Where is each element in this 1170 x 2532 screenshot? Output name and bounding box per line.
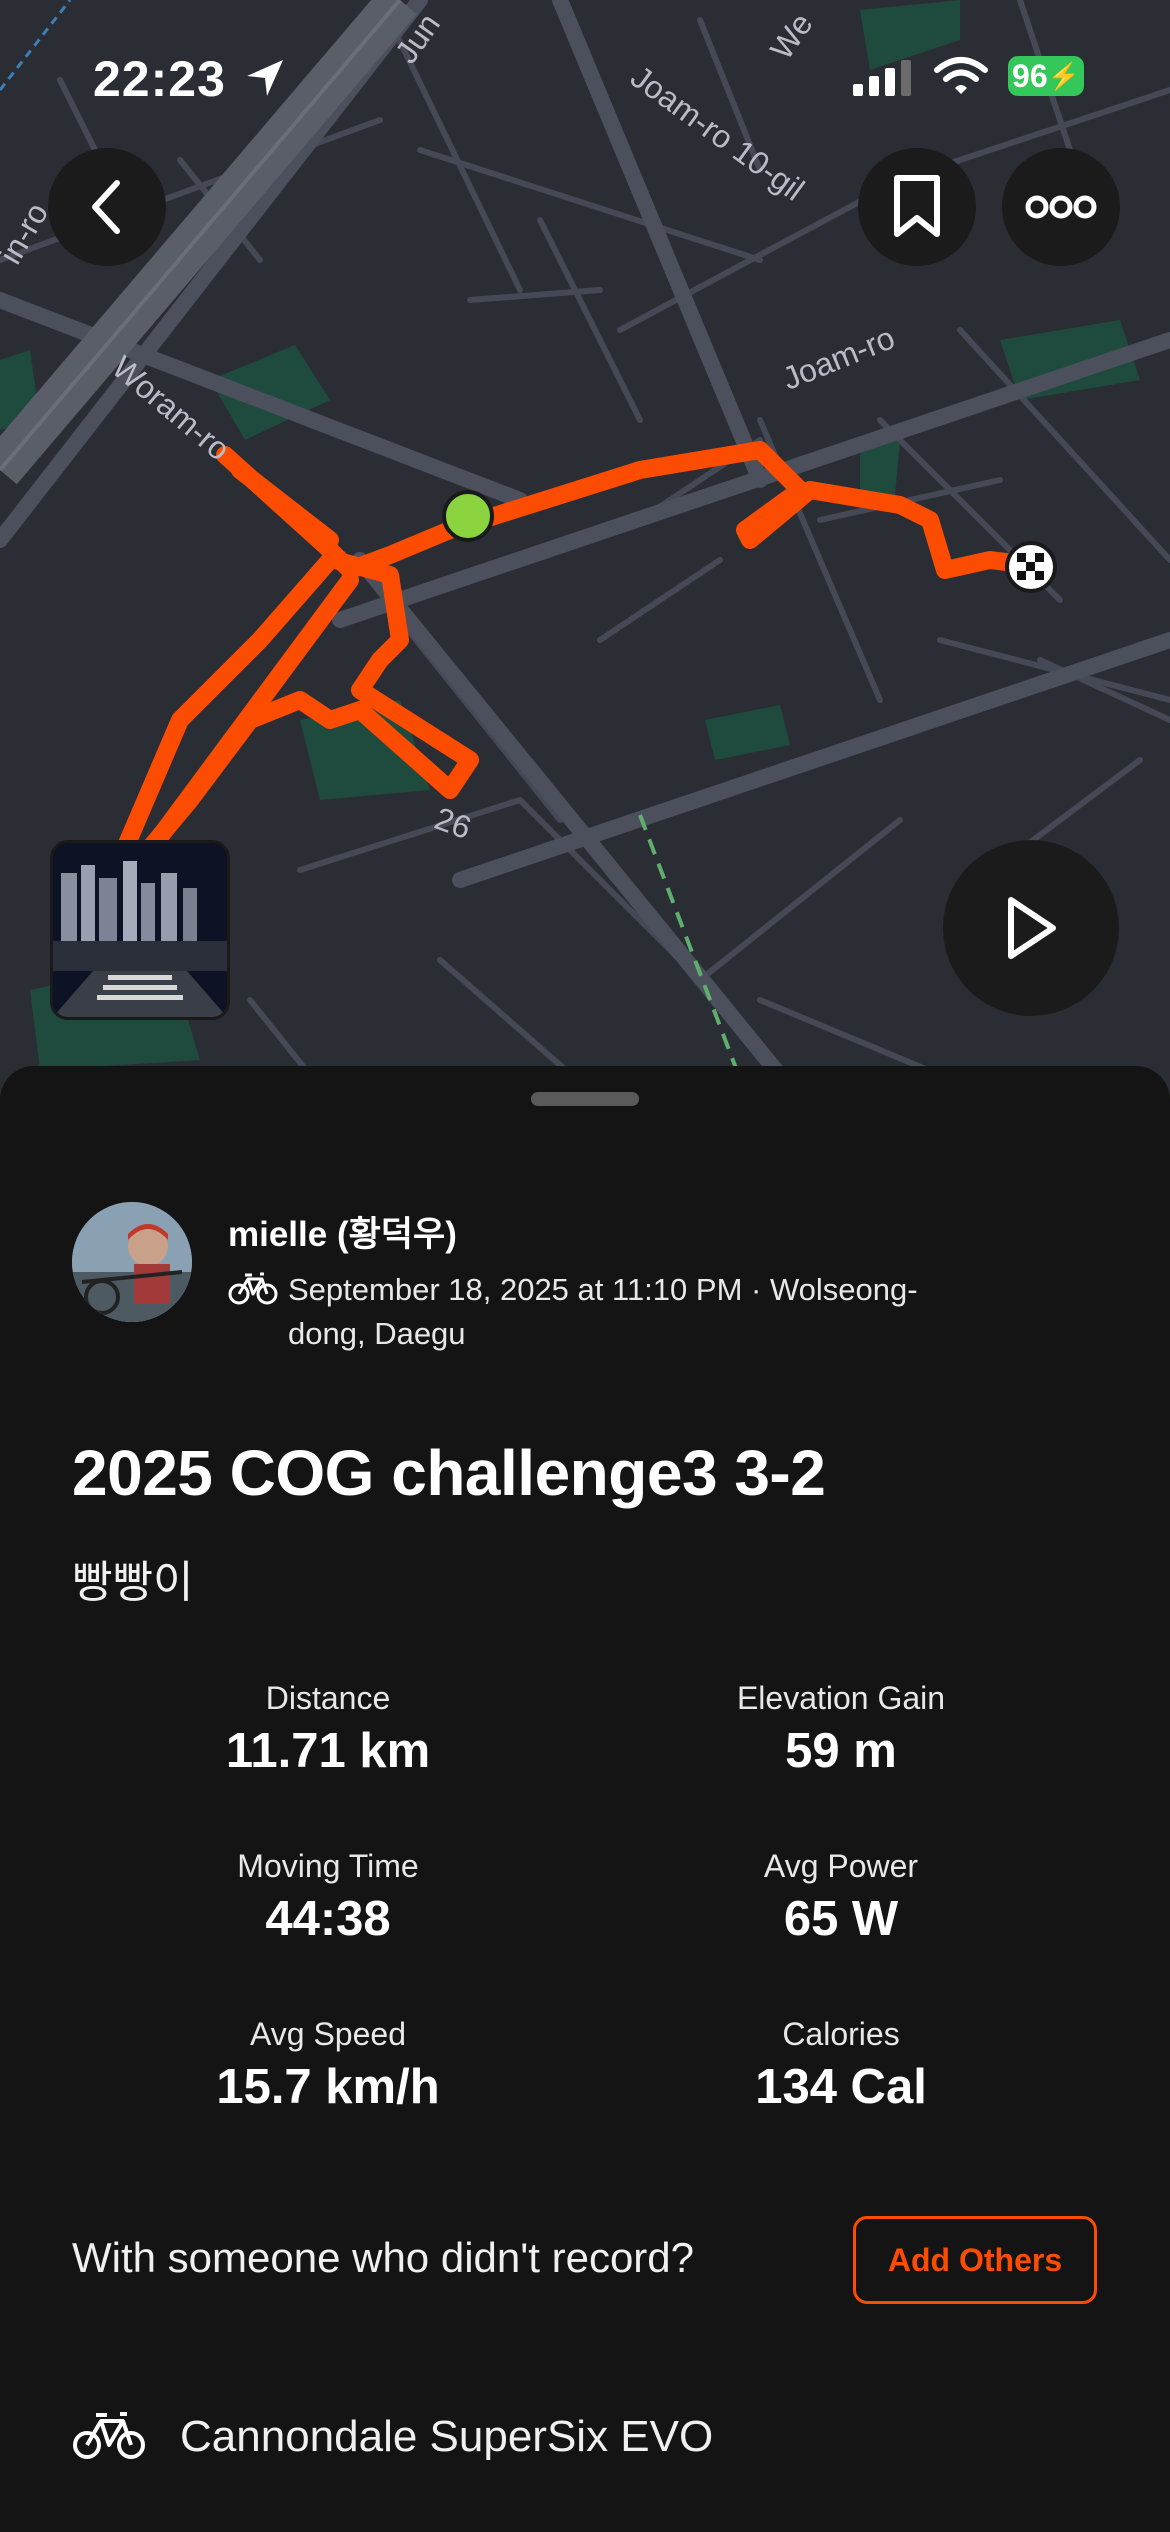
stat-label: Elevation Gain bbox=[736, 1680, 946, 1716]
stat-label: Moving Time bbox=[237, 1848, 419, 1884]
stat-moving-time: Moving Time 44:38 bbox=[88, 1848, 568, 1947]
activity-description: 빵빵이 bbox=[72, 1558, 194, 1607]
battery-level: 96 bbox=[1012, 57, 1048, 94]
play-button[interactable] bbox=[943, 840, 1119, 1016]
stat-label: Avg Speed bbox=[250, 2016, 406, 2052]
back-button[interactable] bbox=[48, 148, 166, 266]
save-route-button[interactable] bbox=[858, 148, 976, 266]
activity-sheet: mielle (황덕우) September 18, 2025 at 11:10… bbox=[0, 1066, 1170, 2532]
avatar[interactable] bbox=[72, 1202, 192, 1322]
route-map[interactable]: Joam-ro 10-gil Joam-ro Woram-ro 26 Jun W… bbox=[0, 0, 1170, 1100]
status-bar: 22:23 96 ⚡ bbox=[0, 40, 1170, 120]
bookmark-icon bbox=[894, 175, 940, 237]
location-arrow-icon bbox=[247, 60, 283, 96]
athlete-name[interactable]: mielle (황덕우) bbox=[228, 1206, 457, 1257]
sheet-drag-handle[interactable] bbox=[531, 1092, 639, 1106]
gear-name[interactable]: Cannondale SuperSix EVO bbox=[180, 2412, 713, 2462]
signal-icon bbox=[853, 60, 911, 96]
stat-label: Distance bbox=[265, 1680, 391, 1716]
more-icon bbox=[1025, 195, 1097, 219]
stat-distance: Distance 11.71 km bbox=[88, 1680, 568, 1779]
back-chevron-icon bbox=[92, 180, 120, 234]
stat-value: 65 W bbox=[783, 1892, 899, 1946]
add-others-prompt: With someone who didn't record? bbox=[72, 2234, 695, 2281]
bike-icon bbox=[228, 1272, 278, 1305]
stat-calories: Calories 134 Cal bbox=[601, 2016, 1081, 2115]
stat-value: 134 Cal bbox=[755, 2060, 927, 2114]
stat-elevation-gain: Elevation Gain 59 m bbox=[601, 1680, 1081, 1779]
photo-thumbnail[interactable] bbox=[50, 840, 230, 1020]
stat-value: 59 m bbox=[785, 1724, 897, 1778]
battery-indicator: 96 ⚡ bbox=[1008, 56, 1084, 96]
stat-avg-speed: Avg Speed 15.7 km/h bbox=[88, 2016, 568, 2115]
stat-avg-power: Avg Power 65 W bbox=[601, 1848, 1081, 1947]
bike-icon bbox=[73, 2412, 145, 2459]
more-options-button[interactable] bbox=[1002, 148, 1120, 266]
stat-label: Calories bbox=[782, 2016, 900, 2052]
activity-date-location: September 18, 2025 at 11:10 PM · Wolseon… bbox=[288, 1272, 918, 1351]
stat-label: Avg Power bbox=[763, 1848, 919, 1884]
play-icon bbox=[1008, 897, 1056, 959]
start-marker bbox=[442, 490, 494, 542]
stat-value: 15.7 km/h bbox=[216, 2060, 440, 2114]
stat-value: 11.71 km bbox=[225, 1724, 431, 1778]
activity-title: 2025 COG challenge3 3-2 bbox=[72, 1437, 826, 1509]
wifi-icon bbox=[934, 57, 988, 94]
stat-value: 44:38 bbox=[265, 1892, 391, 1946]
add-others-button[interactable]: Add Others bbox=[853, 2216, 1097, 2304]
finish-flag-icon bbox=[1005, 541, 1057, 593]
status-time: 22:23 bbox=[93, 51, 226, 107]
